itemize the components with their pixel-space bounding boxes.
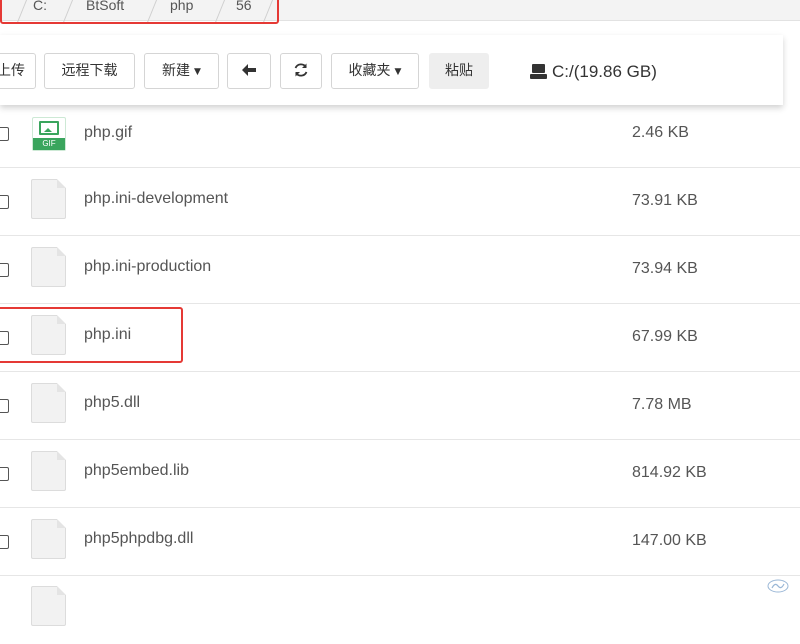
file-icon: [31, 383, 66, 423]
file-size: 67.99 KB: [632, 328, 698, 345]
file-icon: [31, 451, 66, 491]
file-name[interactable]: php5embed.lib: [84, 460, 189, 482]
favorites-button-label: 收藏夹: [348, 63, 391, 79]
file-name[interactable]: php5.dll: [84, 392, 140, 414]
row-checkbox[interactable]: [0, 127, 9, 141]
row-checkbox[interactable]: [0, 263, 9, 277]
row-checkbox[interactable]: [0, 467, 9, 481]
disk-info: C:/(19.86 GB): [530, 61, 657, 83]
row-checkbox[interactable]: [0, 399, 9, 413]
paste-button[interactable]: 粘贴: [429, 53, 489, 89]
file-row[interactable]: php.ini-production 73.94 KB: [0, 236, 800, 304]
gif-image-icon: GIF: [32, 117, 66, 151]
file-size: 147.00 KB: [632, 532, 707, 549]
file-name[interactable]: php5phpdbg.dll: [84, 528, 193, 550]
file-row[interactable]: php.ini-development 73.91 KB: [0, 168, 800, 236]
file-icon: [31, 586, 66, 626]
file-row[interactable]: php5.dll 7.78 MB: [0, 372, 800, 440]
new-button[interactable]: 新建 ▼: [144, 53, 219, 89]
gif-badge: GIF: [33, 138, 65, 150]
row-checkbox[interactable]: [0, 535, 9, 549]
back-button[interactable]: [227, 53, 271, 89]
new-button-label: 新建: [162, 63, 191, 79]
file-size: 814.92 KB: [632, 464, 707, 481]
refresh-icon: [294, 63, 308, 77]
watermark-logo-icon: [767, 579, 789, 593]
file-row[interactable]: php5phpdbg.dll 147.00 KB: [0, 508, 800, 576]
hard-drive-icon: [530, 64, 547, 79]
file-name[interactable]: php.ini-development: [84, 188, 228, 210]
upload-button[interactable]: 上传: [0, 53, 36, 89]
file-highlight-box: [0, 307, 183, 363]
file-icon: [31, 247, 66, 287]
breadcrumb-highlight-box: [0, 0, 279, 24]
row-checkbox[interactable]: [0, 195, 9, 209]
file-size: 73.91 KB: [632, 192, 698, 209]
paste-button-label: 粘贴: [445, 63, 473, 79]
file-row[interactable]: GIF php.gif 2.46 KB: [0, 100, 800, 168]
file-name[interactable]: php.gif: [84, 122, 132, 144]
file-size: 7.78 MB: [632, 396, 692, 413]
file-size: 2.46 KB: [632, 124, 689, 141]
caret-down-icon: ▼: [394, 67, 402, 77]
watermark-logo: [766, 579, 790, 595]
file-toolbar: 上传 远程下载 新建 ▼ 收藏夹 ▼ 粘贴 C:/(19.86 GB): [0, 35, 783, 105]
remote-download-button[interactable]: 远程下载: [44, 53, 135, 89]
file-row[interactable]: [0, 576, 800, 644]
file-size: 73.94 KB: [632, 260, 698, 277]
file-icon: [31, 519, 66, 559]
favorites-button[interactable]: 收藏夹 ▼: [331, 53, 419, 89]
file-icon: [31, 179, 66, 219]
caret-down-icon: ▼: [194, 67, 201, 77]
remote-download-label: 远程下载: [61, 63, 118, 79]
refresh-button[interactable]: [280, 53, 322, 89]
file-row[interactable]: php5embed.lib 814.92 KB: [0, 440, 800, 508]
breadcrumb: C: BtSoft php 56: [0, 0, 800, 24]
file-name[interactable]: php.ini-production: [84, 256, 211, 278]
disk-label: C:/(19.86 GB): [552, 62, 657, 81]
upload-button-label: 上传: [0, 63, 25, 79]
arrow-left-icon: [242, 64, 256, 76]
